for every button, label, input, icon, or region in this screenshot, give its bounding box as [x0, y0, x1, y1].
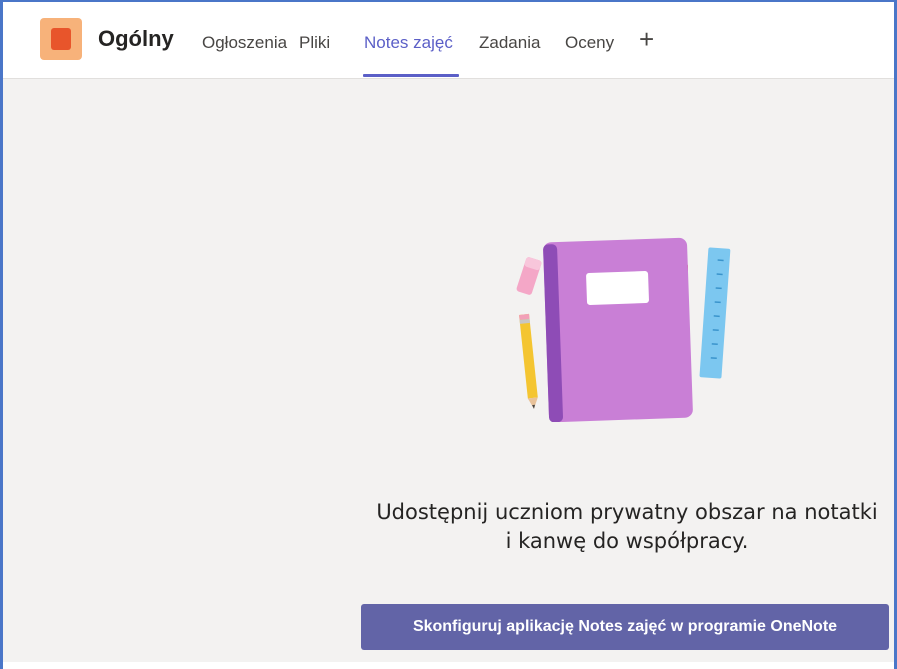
add-tab-icon[interactable]: + — [639, 25, 661, 53]
tab-ogloszenia[interactable]: Ogłoszenia — [202, 33, 287, 53]
app-window: Ogólny Ogłoszenia Pliki Notes zajęć Zada… — [0, 0, 897, 669]
notebook-icon — [543, 237, 693, 422]
team-avatar-inner — [51, 28, 71, 50]
eraser-icon — [516, 257, 542, 295]
ruler-icon — [699, 247, 731, 379]
bottom-edge — [3, 662, 894, 669]
setup-class-notebook-button[interactable]: Skonfiguruj aplikację Notes zajęć w prog… — [361, 604, 889, 650]
message-line-2: i kanwę do współpracy. — [505, 529, 749, 553]
pencil-icon — [519, 313, 538, 409]
active-tab-indicator — [363, 74, 459, 77]
team-avatar-icon[interactable] — [40, 18, 82, 60]
tab-notes-zajec[interactable]: Notes zajęć — [364, 33, 453, 53]
notebook-illustration — [516, 237, 731, 422]
tab-zadania[interactable]: Zadania — [479, 33, 540, 53]
empty-state-message: Udostępnij uczniom prywatny obszar na no… — [357, 498, 897, 556]
tab-pliki[interactable]: Pliki — [299, 33, 330, 53]
tab-oceny[interactable]: Oceny — [565, 33, 614, 53]
message-line-1: Udostępnij uczniom prywatny obszar na no… — [376, 500, 878, 524]
channel-title: Ogólny — [98, 26, 174, 51]
channel-header: Ogólny Ogłoszenia Pliki Notes zajęć Zada… — [3, 2, 894, 79]
